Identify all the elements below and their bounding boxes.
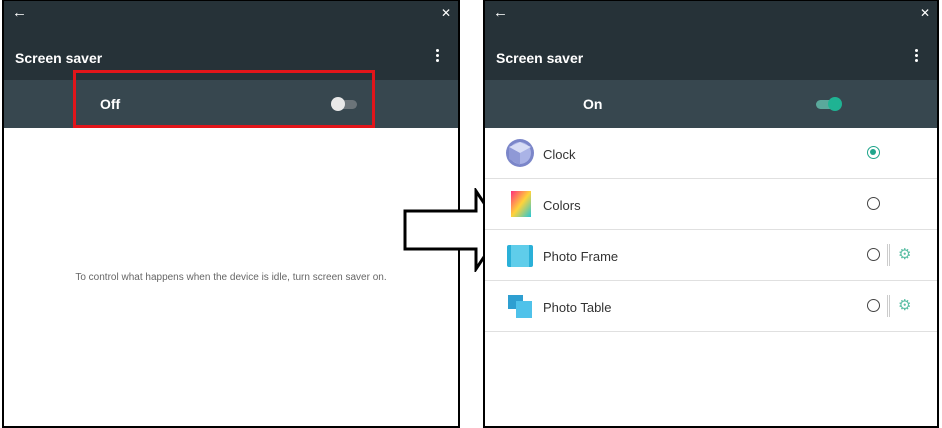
list-item-label: Photo Frame [543, 249, 619, 264]
screensaver-toggle[interactable] [814, 97, 842, 111]
clock-app-icon [506, 139, 534, 167]
page-title: Screen saver [496, 50, 584, 66]
gear-icon[interactable]: ⚙ [898, 298, 914, 314]
list-item-photo-table[interactable]: Photo Table ⚙ [485, 281, 937, 332]
radio-button[interactable] [867, 197, 880, 210]
divider [887, 244, 890, 266]
list-item-label: Clock [543, 147, 576, 162]
highlight-box [73, 70, 375, 128]
colors-app-icon [511, 191, 531, 217]
back-arrow-icon[interactable]: ← [493, 5, 508, 21]
left-screen: ← ✕ Screen saver Off To control what hap… [2, 0, 460, 428]
more-vert-icon[interactable] [915, 49, 919, 63]
photo-table-app-icon [508, 295, 532, 318]
right-screen: ← ✕ Screen saver On Clock Colors Photo F… [483, 0, 939, 428]
toggle-thumb [828, 97, 842, 111]
empty-message: To control what happens when the device … [75, 272, 387, 283]
list-item-colors[interactable]: Colors [485, 179, 937, 230]
list-item-photo-frame[interactable]: Photo Frame ⚙ [485, 230, 937, 281]
page-title: Screen saver [15, 50, 103, 66]
back-arrow-icon[interactable]: ← [12, 5, 27, 21]
radio-button[interactable] [867, 248, 880, 261]
toolbar: ← ✕ Screen saver [485, 1, 937, 80]
switch-label: On [583, 96, 603, 112]
list-item-clock[interactable]: Clock [485, 128, 937, 179]
radio-button[interactable] [867, 146, 880, 159]
close-icon[interactable]: ✕ [441, 5, 451, 21]
switch-bar[interactable]: On [485, 80, 937, 128]
radio-button[interactable] [867, 299, 880, 312]
gear-icon[interactable]: ⚙ [898, 247, 914, 263]
list-item-label: Photo Table [543, 300, 612, 315]
screensaver-list: Clock Colors Photo Frame ⚙ Photo Table ⚙ [485, 128, 937, 332]
toolbar: ← ✕ Screen saver [4, 1, 458, 80]
list-item-label: Colors [543, 198, 581, 213]
divider [887, 295, 890, 317]
more-vert-icon[interactable] [436, 49, 440, 63]
close-icon[interactable]: ✕ [920, 5, 930, 21]
photo-frame-app-icon [507, 245, 533, 267]
